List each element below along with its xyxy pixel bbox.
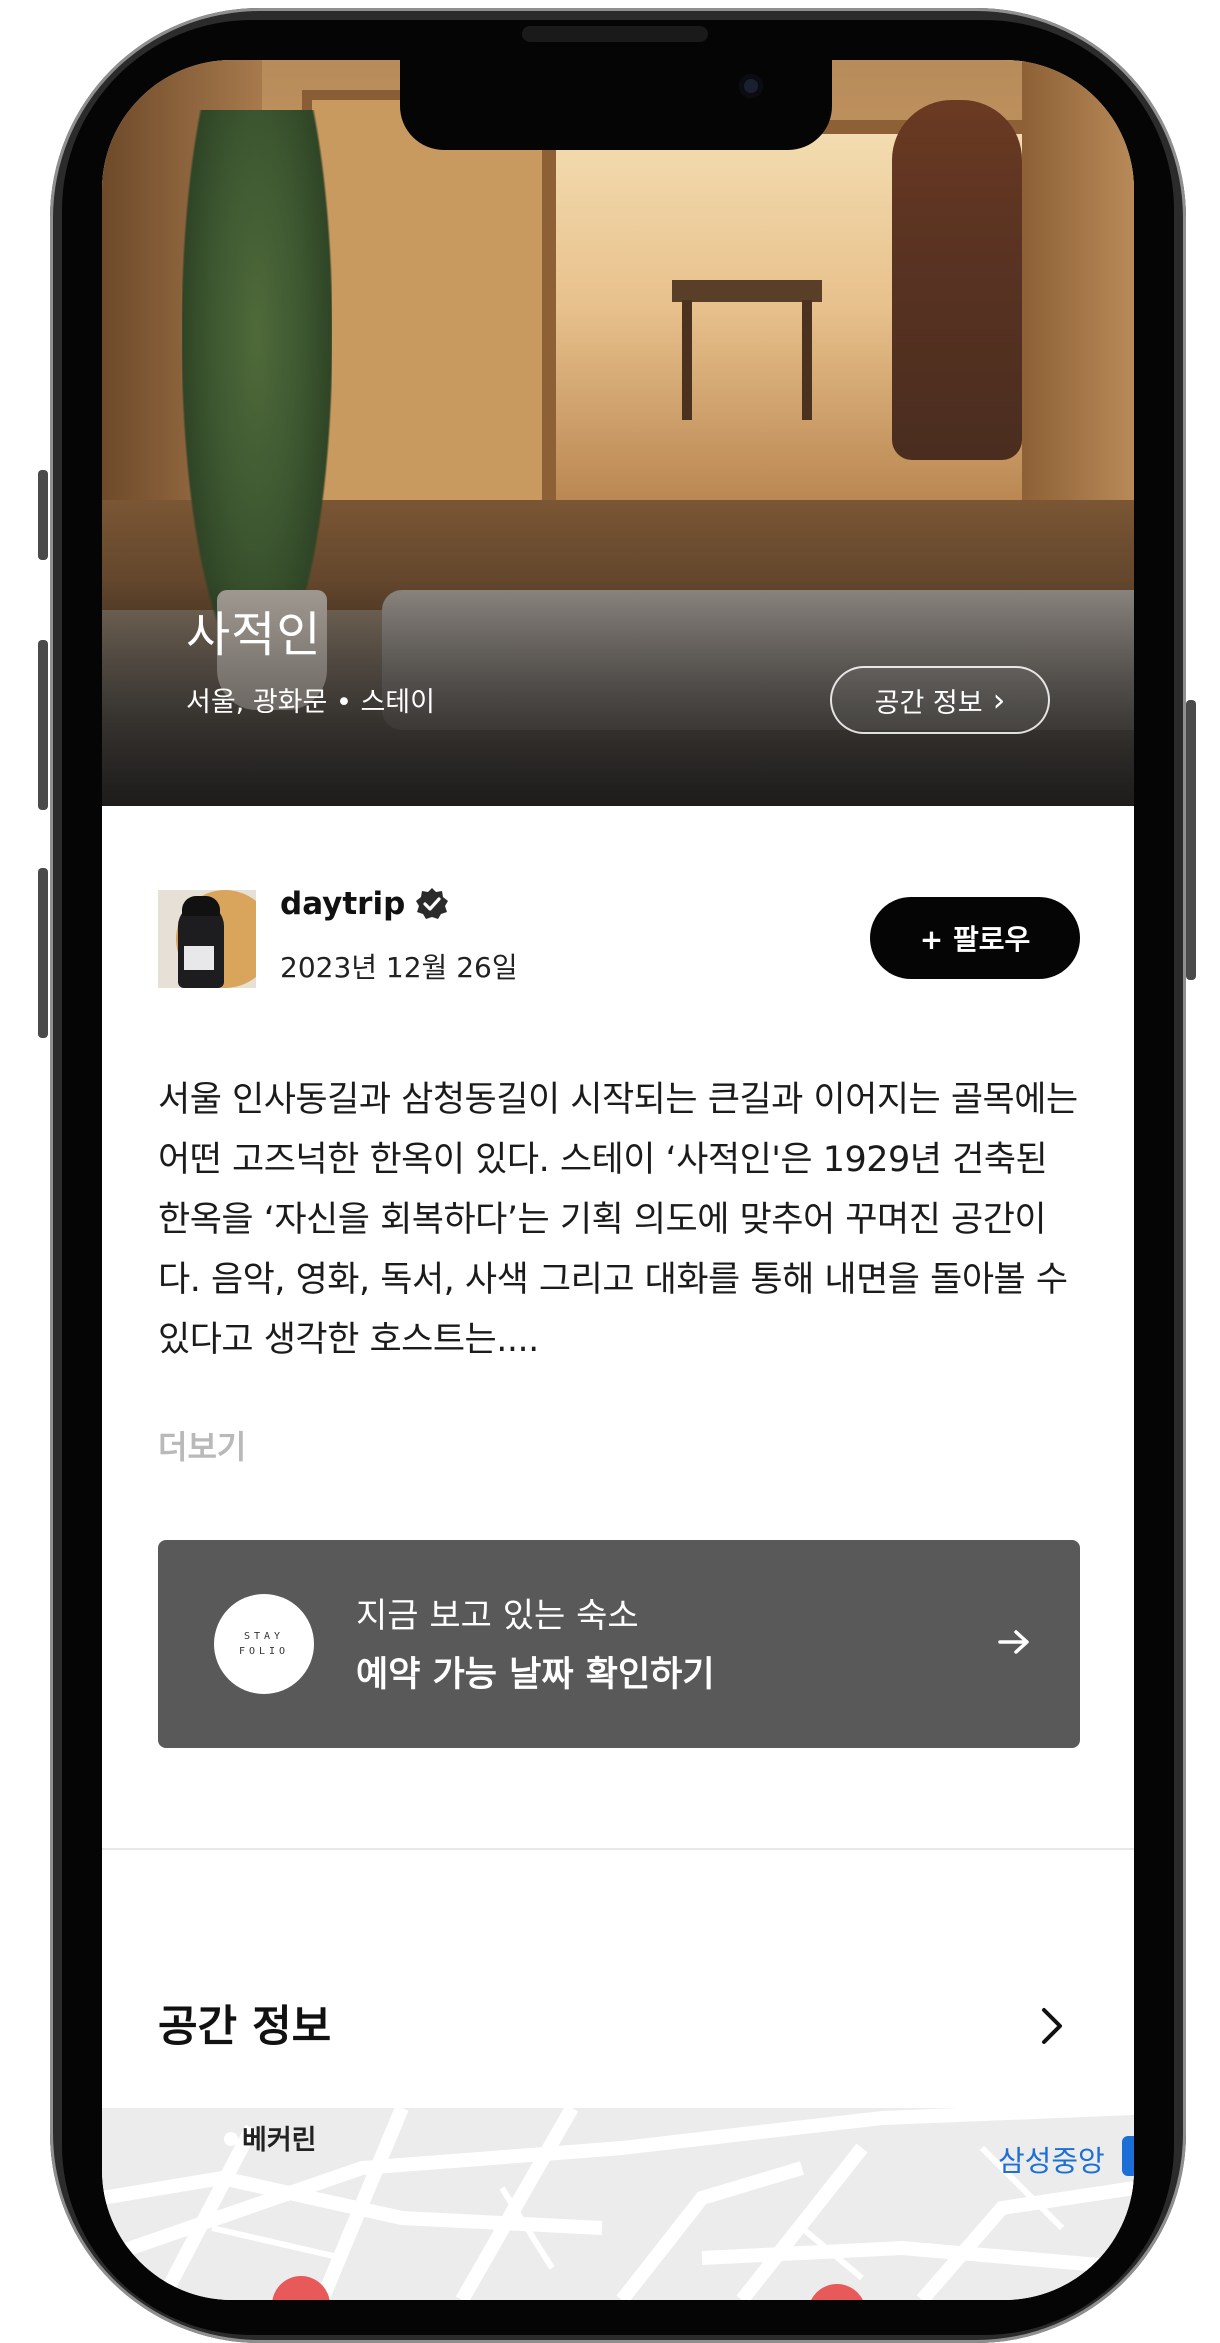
author-avatar[interactable] bbox=[158, 890, 256, 988]
space-info-label: 공간 정보 bbox=[874, 687, 983, 719]
hero-door-frame bbox=[1022, 60, 1134, 530]
logo-line-2: FOLIO bbox=[238, 1646, 290, 1657]
map-station-badge bbox=[1122, 2136, 1134, 2176]
notch bbox=[400, 60, 832, 150]
space-info-button[interactable]: 공간 정보 › bbox=[830, 666, 1050, 734]
avatar-hat bbox=[182, 896, 220, 916]
read-more-link[interactable]: 더보기 bbox=[158, 1422, 246, 1468]
arrow-right-icon bbox=[998, 1630, 1029, 1654]
booking-card-title: 예약 가능 날짜 확인하기 bbox=[356, 1655, 715, 1695]
volume-up-button bbox=[38, 640, 48, 810]
hero-person-reading bbox=[892, 100, 1022, 460]
verified-badge-icon bbox=[416, 888, 449, 919]
location-map[interactable]: 베커린 삼성중앙 bbox=[102, 2108, 1134, 2300]
hero-image: 사적인 서울, 광화문 • 스테이 공간 정보 › bbox=[102, 60, 1134, 806]
avatar-book bbox=[184, 946, 214, 970]
booking-card[interactable]: STAY FOLIO 지금 보고 있는 숙소 예약 가능 날짜 확인하기 bbox=[158, 1540, 1080, 1748]
mute-switch bbox=[38, 470, 48, 560]
section-divider bbox=[102, 1848, 1134, 1850]
hero-table-top bbox=[672, 280, 822, 302]
volume-down-button bbox=[38, 868, 48, 1038]
description-text: 서울 인사동길과 삼청동길이 시작되는 큰길과 이어지는 골목에는 어떤 고즈넉… bbox=[158, 1080, 1078, 1360]
map-poi-dot bbox=[224, 2132, 238, 2146]
speaker-grille bbox=[522, 26, 708, 42]
author-name: daytrip bbox=[280, 886, 406, 922]
author-name-row[interactable]: daytrip bbox=[280, 886, 449, 922]
hero-table-leg bbox=[802, 300, 812, 420]
hero-table-leg bbox=[682, 300, 692, 420]
map-poi-label: 베커린 bbox=[242, 2125, 317, 2156]
app-screen: 사적인 서울, 광화문 • 스테이 공간 정보 › daytrip 2023년 … bbox=[102, 60, 1134, 2300]
stay-title: 사적인 bbox=[186, 607, 322, 663]
stay-location: 서울, 광화문 • 스테이 bbox=[186, 687, 435, 718]
booking-card-caption: 지금 보고 있는 숙소 bbox=[356, 1596, 639, 1636]
follow-button[interactable]: + 팔로우 bbox=[870, 897, 1080, 979]
chevron-right-icon[interactable] bbox=[1034, 2004, 1070, 2048]
post-date: 2023년 12월 26일 bbox=[280, 951, 518, 984]
front-camera bbox=[739, 74, 763, 98]
map-station-label: 삼성중앙 bbox=[998, 2144, 1105, 2178]
chevron-right-icon: › bbox=[992, 681, 1006, 719]
hero-door bbox=[302, 90, 552, 530]
space-info-section-title[interactable]: 공간 정보 bbox=[158, 1992, 331, 2054]
stayfolio-logo: STAY FOLIO bbox=[214, 1594, 314, 1694]
power-button bbox=[1186, 700, 1196, 980]
logo-line-1: STAY bbox=[243, 1631, 285, 1642]
